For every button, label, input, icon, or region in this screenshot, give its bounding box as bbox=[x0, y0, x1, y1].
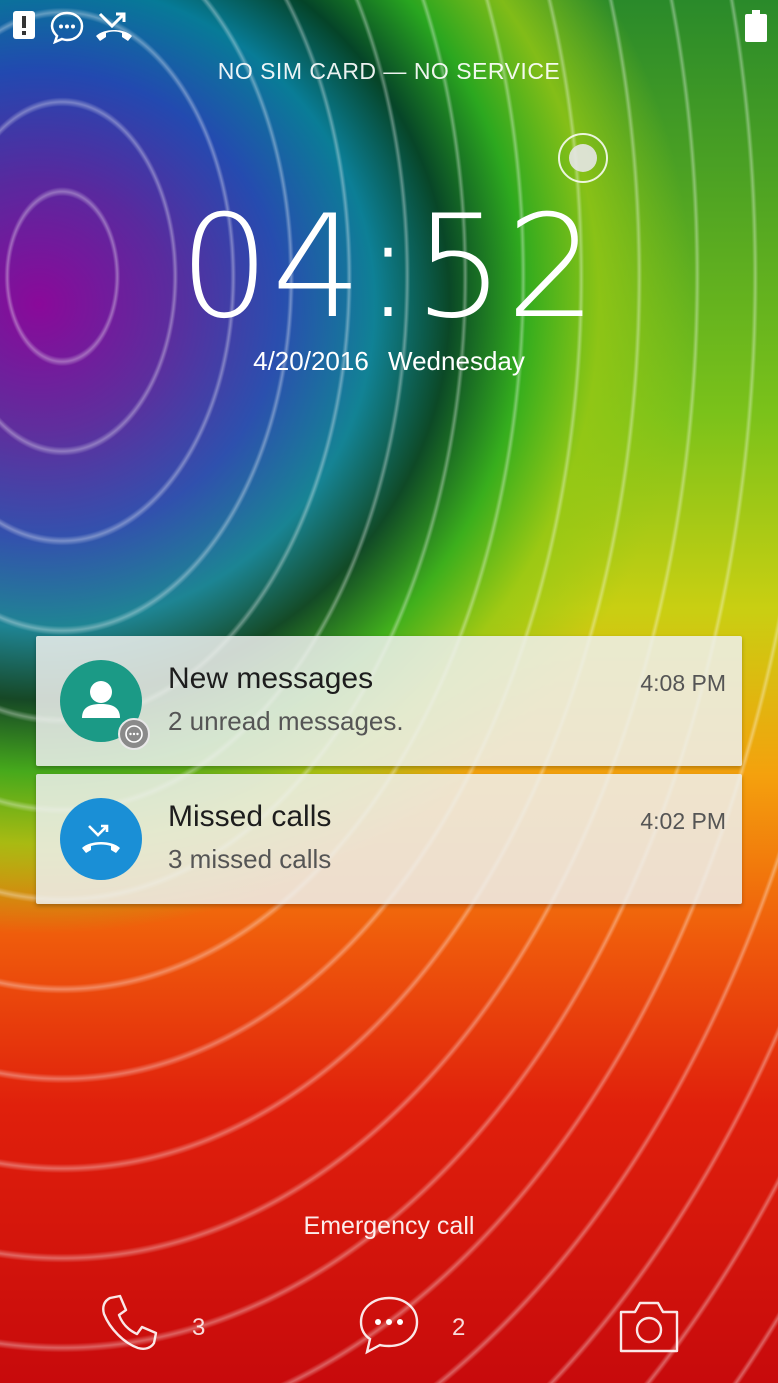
date-text: 4/20/2016 bbox=[253, 346, 369, 376]
notification-title: New messages bbox=[168, 662, 374, 695]
message-icon[interactable] bbox=[357, 1294, 421, 1363]
notification-subtitle: 2 unread messages. bbox=[168, 706, 404, 736]
lock-indicator-icon[interactable] bbox=[558, 133, 608, 183]
phone-count: 3 bbox=[192, 1314, 206, 1341]
notification-time: 4:02 PM bbox=[640, 808, 726, 834]
notification-new-messages[interactable]: New messages 2 unread messages. 4:08 PM bbox=[36, 636, 742, 766]
clock: 04:52 bbox=[179, 185, 599, 350]
notification-subtitle: 3 missed calls bbox=[168, 844, 332, 874]
alert-icon bbox=[12, 10, 36, 45]
notification-title: Missed calls bbox=[168, 800, 332, 833]
phone-icon[interactable] bbox=[98, 1292, 160, 1359]
emergency-call-button[interactable]: Emergency call bbox=[0, 1212, 778, 1241]
chat-bubble-icon bbox=[118, 718, 150, 750]
notification-missed-calls[interactable]: Missed calls 3 missed calls 4:02 PM bbox=[36, 774, 742, 904]
messages-count: 2 bbox=[452, 1314, 466, 1341]
message-icon bbox=[50, 10, 84, 49]
status-bar bbox=[0, 0, 778, 52]
notification-time: 4:08 PM bbox=[640, 670, 726, 696]
missed-call-icon bbox=[60, 798, 142, 880]
missed-call-icon bbox=[94, 10, 134, 49]
carrier-status-text: NO SIM CARD — NO SERVICE bbox=[217, 58, 561, 84]
battery-icon bbox=[744, 10, 768, 47]
weekday-text: Wednesday bbox=[388, 346, 525, 376]
date-row: 4/20/2016 Wednesday bbox=[0, 346, 778, 377]
camera-icon[interactable] bbox=[618, 1298, 680, 1359]
